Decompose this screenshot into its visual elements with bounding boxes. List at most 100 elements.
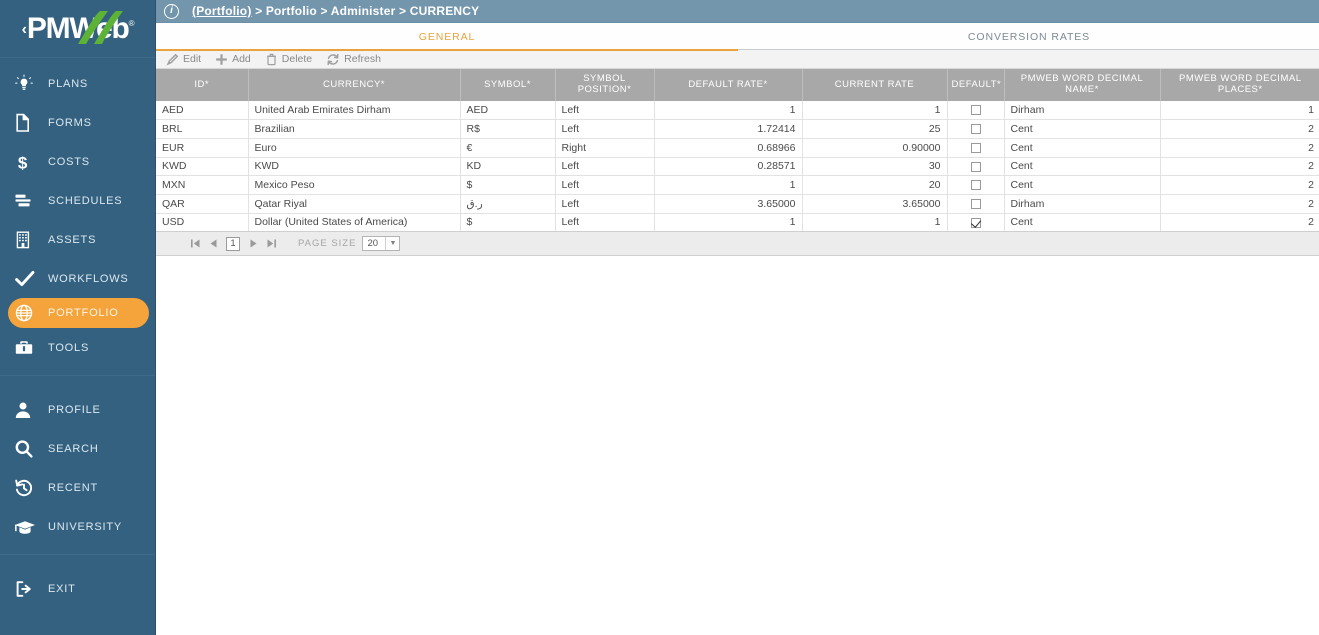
cell-word-decimal-places[interactable]: 2 xyxy=(1160,138,1319,158)
table-row[interactable]: AED United Arab Emirates Dirham AED Left 1 1 D… xyxy=(156,101,1319,121)
column-header-symbol[interactable]: SYMBOL* xyxy=(460,69,556,101)
cell-symbol-position[interactable]: Left xyxy=(555,119,655,139)
cell-symbol-position[interactable]: Right xyxy=(555,138,655,158)
sidebar-item-exit[interactable]: EXIT xyxy=(0,569,155,608)
column-header-id[interactable]: ID* xyxy=(156,69,249,101)
cell-default-rate[interactable]: 0.68966 xyxy=(654,138,803,158)
page-size-select[interactable]: 20 ▼ xyxy=(362,236,401,252)
refresh-button[interactable]: Refresh xyxy=(326,50,381,69)
checkbox-unchecked[interactable] xyxy=(970,142,981,153)
cell-symbol[interactable]: € xyxy=(460,138,556,158)
cell-symbol-position[interactable]: Left xyxy=(555,213,655,233)
cell-symbol-position[interactable]: Left xyxy=(555,194,655,214)
sidebar-item-search[interactable]: SEARCH xyxy=(0,429,155,468)
cell-word-decimal-name[interactable]: Cent xyxy=(1004,175,1161,195)
cell-symbol-position[interactable]: Left xyxy=(555,175,655,195)
cell-default-checkbox[interactable] xyxy=(947,101,1005,121)
column-header-symbol-position[interactable]: SYMBOL POSITION* xyxy=(555,69,655,101)
cell-default-rate[interactable]: 1 xyxy=(654,101,803,121)
sidebar-item-tools[interactable]: TOOLS xyxy=(0,328,155,367)
table-row[interactable]: QAR Qatar Riyal ر.ق Left 3.65000 3.65000 Dirha… xyxy=(156,194,1319,214)
sidebar-item-university[interactable]: UNIVERSITY xyxy=(0,507,155,546)
sidebar-item-forms[interactable]: FORMS xyxy=(0,103,155,142)
checkbox-unchecked[interactable] xyxy=(970,161,981,172)
cell-symbol[interactable]: R$ xyxy=(460,119,556,139)
checkbox-checked[interactable] xyxy=(970,217,981,228)
cell-symbol[interactable]: $ xyxy=(460,213,556,233)
cell-current-rate[interactable]: 30 xyxy=(802,157,948,177)
cell-current-rate[interactable]: 1 xyxy=(802,213,948,233)
cell-default-checkbox[interactable] xyxy=(947,157,1005,177)
cell-current-rate[interactable]: 20 xyxy=(802,175,948,195)
cell-id[interactable]: AED xyxy=(156,101,249,121)
cell-symbol-position[interactable]: Left xyxy=(555,101,655,121)
cell-id[interactable]: BRL xyxy=(156,119,249,139)
cell-currency[interactable]: Brazilian xyxy=(248,119,461,139)
cell-default-checkbox[interactable] xyxy=(947,138,1005,158)
cell-word-decimal-name[interactable]: Dirham xyxy=(1004,101,1161,121)
sidebar-item-schedules[interactable]: SCHEDULES xyxy=(0,181,155,220)
edit-button[interactable]: Edit xyxy=(166,50,201,69)
table-row[interactable]: KWD KWD KD Left 0.28571 30 Cent 2 xyxy=(156,157,1319,177)
cell-symbol[interactable]: KD xyxy=(460,157,556,177)
cell-word-decimal-name[interactable]: Cent xyxy=(1004,138,1161,158)
checkbox-unchecked[interactable] xyxy=(970,124,981,135)
next-page-icon[interactable] xyxy=(244,234,262,254)
delete-button[interactable]: Delete xyxy=(265,50,312,69)
checkbox-unchecked[interactable] xyxy=(970,199,981,209)
cell-id[interactable]: KWD xyxy=(156,157,249,177)
cell-id[interactable]: QAR xyxy=(156,194,249,214)
page-number-1[interactable]: 1 xyxy=(226,236,240,251)
cell-default-rate[interactable]: 3.65000 xyxy=(654,194,803,214)
pmweb-logo[interactable]: ‹PMWeb® xyxy=(0,0,155,58)
checkbox-unchecked[interactable] xyxy=(970,105,981,116)
cell-currency[interactable]: Dollar (United States of America) xyxy=(248,213,461,233)
cell-word-decimal-places[interactable]: 2 xyxy=(1160,213,1319,233)
sidebar-item-plans[interactable]: PLANS xyxy=(0,64,155,103)
column-header-current-rate[interactable]: CURRENT RATE xyxy=(802,69,948,101)
sidebar-item-workflows[interactable]: WORKFLOWS xyxy=(0,259,155,298)
cell-word-decimal-places[interactable]: 1 xyxy=(1160,101,1319,121)
cell-default-checkbox[interactable] xyxy=(947,175,1005,195)
sidebar-item-costs[interactable]: $ COSTS xyxy=(0,142,155,181)
tab-conversion-rates[interactable]: CONVERSION RATES xyxy=(738,23,1319,50)
last-page-icon[interactable] xyxy=(262,234,280,254)
cell-word-decimal-name[interactable]: Cent xyxy=(1004,157,1161,177)
cell-current-rate[interactable]: 3.65000 xyxy=(802,194,948,214)
column-header-currency[interactable]: CURRENCY* xyxy=(248,69,461,101)
cell-current-rate[interactable]: 25 xyxy=(802,119,948,139)
sidebar-item-profile[interactable]: PROFILE xyxy=(0,390,155,429)
chevron-down-icon[interactable]: ▼ xyxy=(385,237,400,251)
cell-currency[interactable]: United Arab Emirates Dirham xyxy=(248,101,461,121)
column-header-pmweb-word-decimal-places[interactable]: PMWEB WORD DECIMAL PLACES* xyxy=(1160,69,1319,101)
cell-currency[interactable]: Mexico Peso xyxy=(248,175,461,195)
sidebar-item-recent[interactable]: RECENT xyxy=(0,468,155,507)
sidebar-item-portfolio[interactable]: PORTFOLIO xyxy=(8,298,149,328)
first-page-icon[interactable] xyxy=(186,234,204,254)
cell-id[interactable]: MXN xyxy=(156,175,249,195)
cell-id[interactable]: EUR xyxy=(156,138,249,158)
table-row[interactable]: USD Dollar (United States of America) $ Lef… xyxy=(156,213,1319,233)
cell-default-rate[interactable]: 1 xyxy=(654,175,803,195)
cell-word-decimal-name[interactable]: Cent xyxy=(1004,119,1161,139)
cell-current-rate[interactable]: 1 xyxy=(802,101,948,121)
add-button[interactable]: Add xyxy=(215,50,251,69)
cell-default-checkbox[interactable] xyxy=(947,213,1005,233)
cell-currency[interactable]: KWD xyxy=(248,157,461,177)
sidebar-item-assets[interactable]: ASSETS xyxy=(0,220,155,259)
table-row[interactable]: EUR Euro € Right 0.68966 0.90000 Cent 2 xyxy=(156,138,1319,158)
cell-current-rate[interactable]: 0.90000 xyxy=(802,138,948,158)
cell-symbol[interactable]: ر.ق xyxy=(460,194,556,214)
cell-default-rate[interactable]: 1 xyxy=(654,213,803,233)
info-icon[interactable]: i xyxy=(164,3,179,19)
cell-symbol[interactable]: $ xyxy=(460,175,556,195)
cell-currency[interactable]: Qatar Riyal xyxy=(248,194,461,214)
cell-default-rate[interactable]: 1.72414 xyxy=(654,119,803,139)
cell-word-decimal-places[interactable]: 2 xyxy=(1160,175,1319,195)
table-row[interactable]: MXN Mexico Peso $ Left 1 20 Cent 2 xyxy=(156,175,1319,195)
tab-general[interactable]: GENERAL xyxy=(156,23,738,51)
column-header-default[interactable]: DEFAULT* xyxy=(947,69,1005,101)
cell-symbol[interactable]: AED xyxy=(460,101,556,121)
column-header-default-rate[interactable]: DEFAULT RATE* xyxy=(654,69,803,101)
breadcrumb-item-portfolio[interactable]: Portfolio xyxy=(266,4,317,18)
